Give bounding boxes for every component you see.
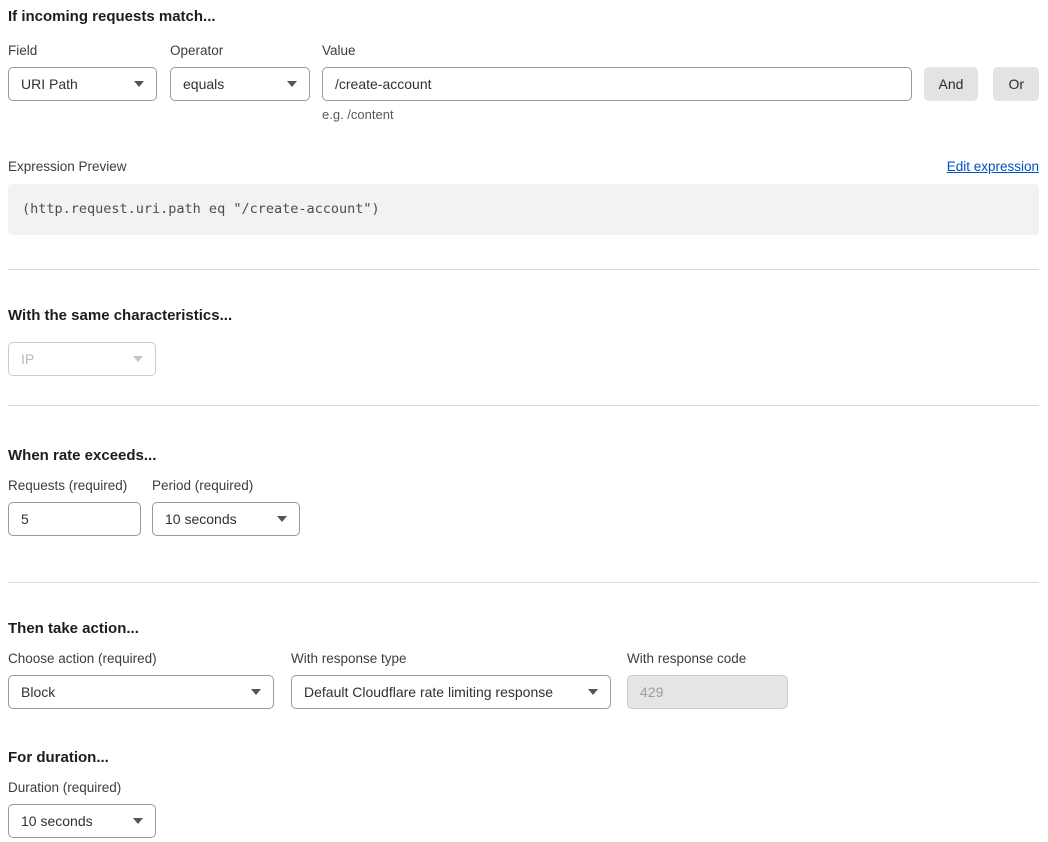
period-label: Period (required) xyxy=(152,478,300,494)
choose-action-group: Choose action (required) Block xyxy=(8,651,274,709)
response-code-group: With response code xyxy=(627,651,788,709)
duration-section-heading: For duration... xyxy=(8,749,1039,767)
chevron-down-icon xyxy=(277,516,287,522)
response-type-group: With response type Default Cloudflare ra… xyxy=(291,651,611,709)
chevron-down-icon xyxy=(133,818,143,824)
expression-preview-label: Expression Preview xyxy=(8,159,127,175)
field-select-value: URI Path xyxy=(21,76,78,92)
expression-preview-box: (http.request.uri.path eq "/create-accou… xyxy=(8,184,1039,235)
choose-action-select[interactable]: Block xyxy=(8,675,274,709)
and-button[interactable]: And xyxy=(924,67,979,101)
section-divider xyxy=(8,269,1039,270)
section-divider xyxy=(8,582,1039,583)
duration-group: Duration (required) 10 seconds xyxy=(8,780,156,838)
requests-input[interactable] xyxy=(8,502,141,536)
period-select-value: 10 seconds xyxy=(165,511,237,527)
field-select[interactable]: URI Path xyxy=(8,67,157,101)
action-controls-row: Choose action (required) Block With resp… xyxy=(8,651,1039,709)
response-type-select[interactable]: Default Cloudflare rate limiting respons… xyxy=(291,675,611,709)
period-group: Period (required) 10 seconds xyxy=(152,478,300,536)
period-select[interactable]: 10 seconds xyxy=(152,502,300,536)
operator-label: Operator xyxy=(170,43,310,59)
response-type-select-value: Default Cloudflare rate limiting respons… xyxy=(304,684,553,700)
field-label: Field xyxy=(8,43,157,59)
edit-expression-link[interactable]: Edit expression xyxy=(947,159,1039,175)
requests-group: Requests (required) xyxy=(8,478,141,536)
operator-select[interactable]: equals xyxy=(170,67,310,101)
choose-action-select-value: Block xyxy=(21,684,55,700)
section-divider xyxy=(8,405,1039,406)
duration-select[interactable]: 10 seconds xyxy=(8,804,156,838)
response-code-input xyxy=(627,675,788,709)
rate-limiting-rule-form: If incoming requests match... Field URI … xyxy=(0,0,1048,838)
chevron-down-icon xyxy=(588,689,598,695)
expression-code: (http.request.uri.path eq "/create-accou… xyxy=(22,201,380,217)
response-type-label: With response type xyxy=(291,651,611,667)
or-button[interactable]: Or xyxy=(993,67,1039,101)
choose-action-label: Choose action (required) xyxy=(8,651,274,667)
operator-group: Operator equals xyxy=(170,43,310,101)
characteristic-select-value: IP xyxy=(21,351,34,367)
logic-buttons: And Or xyxy=(924,67,1039,101)
expression-preview-header: Expression Preview Edit expression xyxy=(8,159,1039,175)
match-controls-row: Field URI Path Operator equals Value e.g… xyxy=(8,43,1039,123)
requests-label: Requests (required) xyxy=(8,478,141,494)
value-input[interactable] xyxy=(322,67,912,101)
chevron-down-icon xyxy=(251,689,261,695)
characteristics-section-heading: With the same characteristics... xyxy=(8,307,1039,325)
duration-label: Duration (required) xyxy=(8,780,156,796)
value-group: Value e.g. /content xyxy=(322,43,912,123)
chevron-down-icon xyxy=(133,356,143,362)
duration-select-value: 10 seconds xyxy=(21,813,93,829)
chevron-down-icon xyxy=(134,81,144,87)
rate-section-heading: When rate exceeds... xyxy=(8,447,1039,465)
value-label: Value xyxy=(322,43,912,59)
response-code-label: With response code xyxy=(627,651,788,667)
action-section-heading: Then take action... xyxy=(8,620,1039,638)
value-helper-text: e.g. /content xyxy=(322,107,912,123)
match-section-heading: If incoming requests match... xyxy=(8,8,1039,26)
rate-controls-row: Requests (required) Period (required) 10… xyxy=(8,478,1039,536)
characteristic-select: IP xyxy=(8,342,156,376)
operator-select-value: equals xyxy=(183,76,224,92)
chevron-down-icon xyxy=(287,81,297,87)
field-group: Field URI Path xyxy=(8,43,157,101)
